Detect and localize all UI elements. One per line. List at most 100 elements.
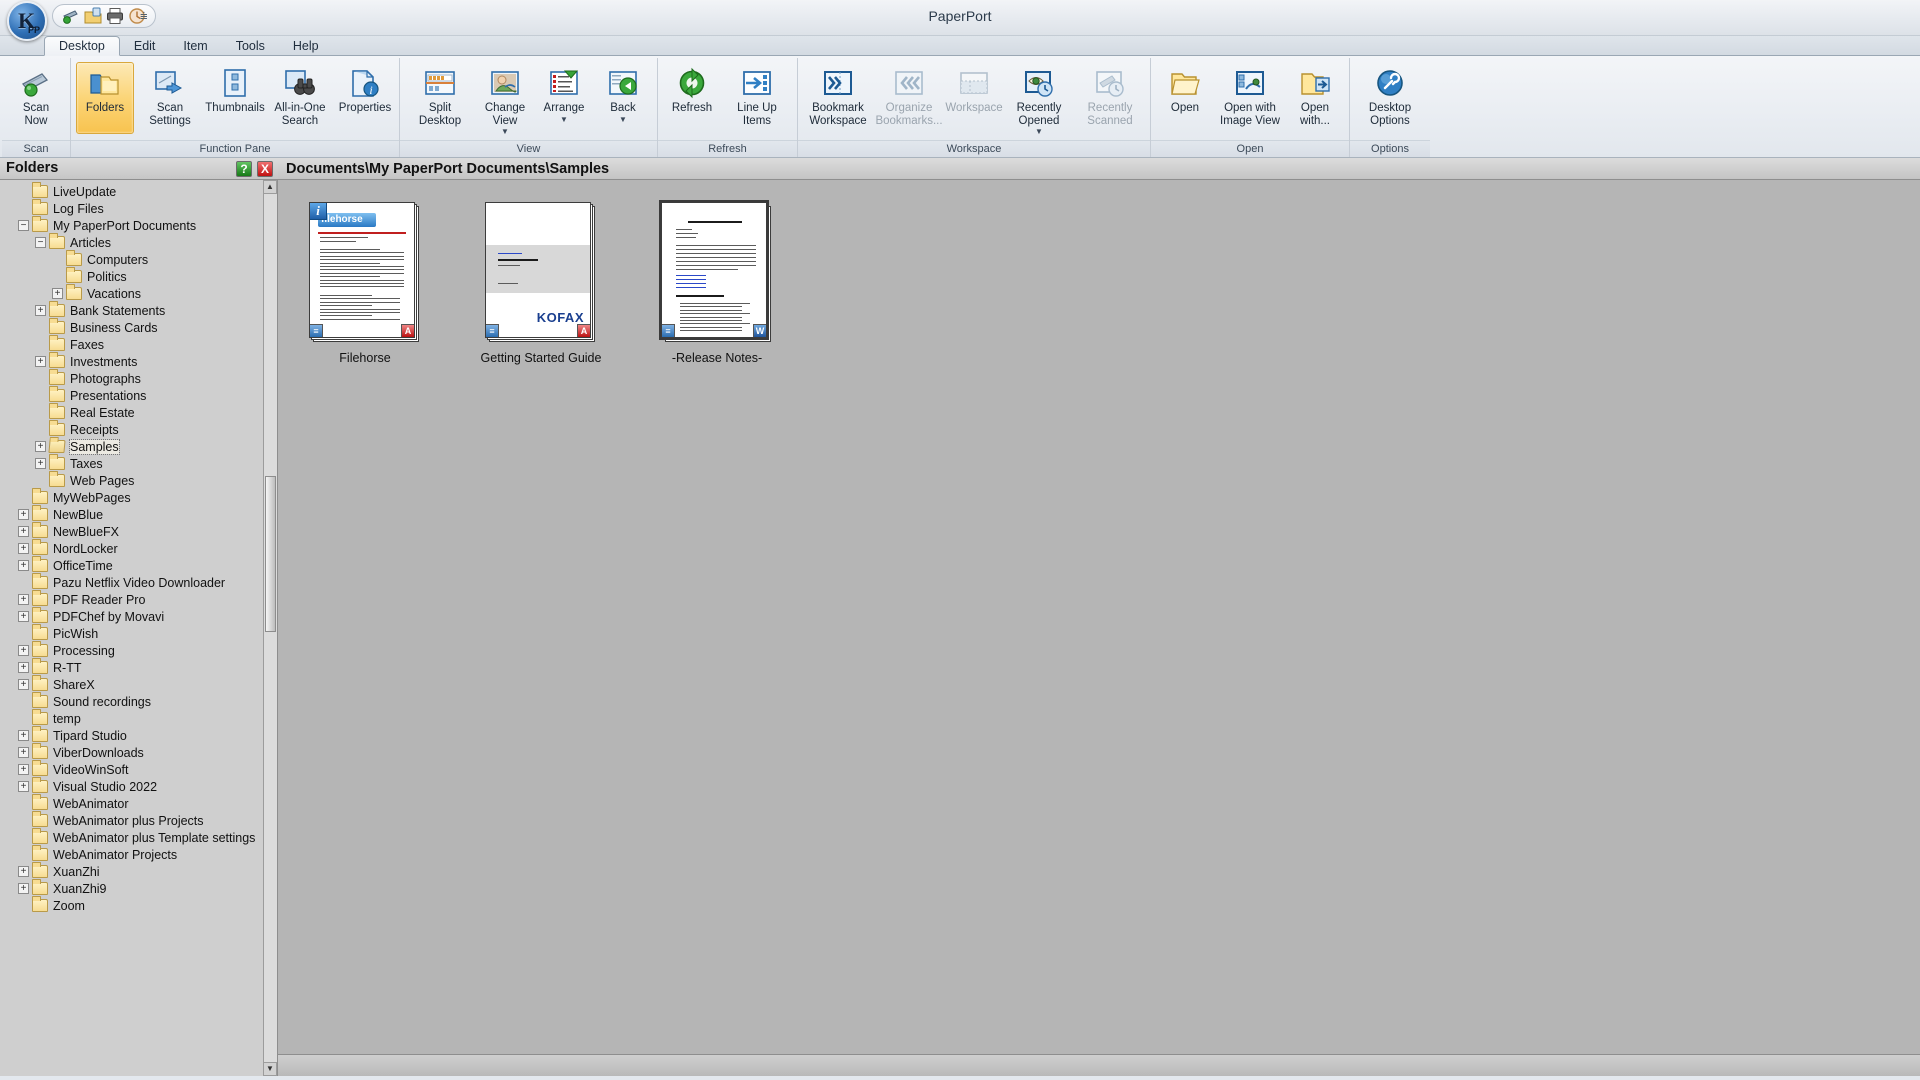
tab-help[interactable]: Help <box>279 37 333 57</box>
chevron-down-icon[interactable]: ▼ <box>619 115 627 124</box>
desktop-item[interactable]: filehorse i ≡ A Filehorse <box>290 202 440 366</box>
tree-item-temp[interactable]: temp <box>6 709 277 727</box>
tree-item-r-tt[interactable]: + R-TT <box>6 658 277 676</box>
tree-item-taxes[interactable]: + Taxes <box>6 454 277 472</box>
line-up-items-button[interactable]: Line Up Items <box>722 62 792 134</box>
tree-item-pdf-reader-pro[interactable]: + PDF Reader Pro <box>6 590 277 608</box>
expand-icon[interactable]: + <box>18 764 29 775</box>
document-thumbnail[interactable]: ≡ W <box>659 200 773 342</box>
tree-item-computers[interactable]: Computers <box>6 250 277 268</box>
open-button[interactable]: Open <box>1156 62 1214 134</box>
expand-icon[interactable]: + <box>18 747 29 758</box>
tab-tools[interactable]: Tools <box>222 37 279 57</box>
desktop-item[interactable]: ≡ W -Release Notes- <box>642 200 792 366</box>
tree-item-sound-recordings[interactable]: Sound recordings <box>6 692 277 710</box>
folders-help-button[interactable]: ? <box>236 161 252 177</box>
arrange-button[interactable]: Arrange ▼ <box>535 62 593 134</box>
tree-item-samples[interactable]: + Samples <box>6 438 277 455</box>
expand-icon[interactable]: + <box>18 509 29 520</box>
all-in-one-search-button[interactable]: All-in-One Search <box>265 62 335 134</box>
expand-icon[interactable]: + <box>18 611 29 622</box>
expand-icon[interactable]: + <box>18 526 29 537</box>
tree-item-sharex[interactable]: + ShareX <box>6 675 277 693</box>
desktop-options-button[interactable]: Desktop Options <box>1355 62 1425 134</box>
thumbnails-button[interactable]: Thumbnails <box>205 62 265 134</box>
tree-item-newblue[interactable]: + NewBlue <box>6 505 277 523</box>
tree-item-vacations[interactable]: + Vacations <box>6 284 277 302</box>
refresh-button[interactable]: Refresh <box>663 62 721 134</box>
tree-item-xuanzhi[interactable]: + XuanZhi <box>6 862 277 880</box>
tree-item-presentations[interactable]: Presentations <box>6 386 277 404</box>
scan-now-button[interactable]: Scan Now <box>7 62 65 134</box>
tab-item[interactable]: Item <box>169 37 221 57</box>
tree-item-webanimator[interactable]: WebAnimator <box>6 794 277 812</box>
expand-icon[interactable]: + <box>18 781 29 792</box>
tree-item-photographs[interactable]: Photographs <box>6 369 277 387</box>
tree-item-pazu-netflix-video-downloader[interactable]: Pazu Netflix Video Downloader <box>6 573 277 591</box>
tree-item-videowinsoft[interactable]: + VideoWinSoft <box>6 760 277 778</box>
tree-item-real-estate[interactable]: Real Estate <box>6 403 277 421</box>
tree-item-viberdownloads[interactable]: + ViberDownloads <box>6 743 277 761</box>
expand-icon[interactable]: + <box>52 288 63 299</box>
expand-icon[interactable]: + <box>18 679 29 690</box>
paperport-orb-icon[interactable]: K PP <box>7 1 47 41</box>
expand-icon[interactable]: + <box>35 356 46 367</box>
expand-icon[interactable]: + <box>35 458 46 469</box>
tree-item-faxes[interactable]: Faxes <box>6 335 277 353</box>
collapse-icon[interactable]: − <box>35 237 46 248</box>
folders-button[interactable]: Folders <box>76 62 134 134</box>
desktop-item[interactable]: KOFAX ≡ A Getting Started Guide <box>466 202 616 366</box>
page-preview[interactable]: KOFAX ≡ A <box>485 202 591 338</box>
expand-icon[interactable]: + <box>18 883 29 894</box>
tree-item-bank-statements[interactable]: + Bank Statements <box>6 301 277 319</box>
tree-item-my-paperport-documents[interactable]: − My PaperPort Documents <box>6 216 277 234</box>
tree-item-visual-studio-2022[interactable]: + Visual Studio 2022 <box>6 777 277 795</box>
tree-item-officetime[interactable]: + OfficeTime <box>6 556 277 574</box>
expand-icon[interactable]: + <box>18 594 29 605</box>
tree-item-webanimator-projects[interactable]: WebAnimator Projects <box>6 845 277 863</box>
desktop-items-area[interactable]: filehorse i ≡ A Filehorse KOFAX ≡ A Getting Star… <box>278 180 1920 1076</box>
tree-item-investments[interactable]: + Investments <box>6 352 277 370</box>
document-thumbnail[interactable]: KOFAX ≡ A <box>485 202 597 342</box>
tree-item-zoom[interactable]: Zoom <box>6 896 277 914</box>
scroll-down-button[interactable]: ▼ <box>263 1062 277 1076</box>
expand-icon[interactable]: + <box>18 730 29 741</box>
tree-item-picwish[interactable]: PicWish <box>6 624 277 642</box>
tree-item-mywebpages[interactable]: MyWebPages <box>6 488 277 506</box>
tree-item-articles[interactable]: − Articles <box>6 233 277 251</box>
expand-icon[interactable]: + <box>35 305 46 316</box>
tree-item-processing[interactable]: + Processing <box>6 641 277 659</box>
tree-item-xuanzhi9[interactable]: + XuanZhi9 <box>6 879 277 897</box>
expand-icon[interactable]: + <box>18 662 29 673</box>
page-preview[interactable]: ≡ W <box>659 200 769 340</box>
folders-close-button[interactable]: X <box>257 161 273 177</box>
recently-opened-button[interactable]: Recently Opened ▼ <box>1004 62 1074 139</box>
tree-item-politics[interactable]: Politics <box>6 267 277 285</box>
properties-button[interactable]: i Properties <box>336 62 394 134</box>
tree-item-web-pages[interactable]: Web Pages <box>6 471 277 489</box>
change-view-button[interactable]: Change View ▼ <box>476 62 534 139</box>
tab-desktop[interactable]: Desktop <box>44 36 120 56</box>
tree-item-pdfchef-by-movavi[interactable]: + PDFChef by Movavi <box>6 607 277 625</box>
tree-item-webanimator-plus-projects[interactable]: WebAnimator plus Projects <box>6 811 277 829</box>
expand-icon[interactable]: + <box>18 543 29 554</box>
expand-icon[interactable]: + <box>18 645 29 656</box>
folder-tree-scrollbar[interactable]: ▲ ▼ <box>263 180 277 1076</box>
open-with-image-view-button[interactable]: Open with Image View <box>1215 62 1285 134</box>
chevron-down-icon[interactable]: ▼ <box>560 115 568 124</box>
chevron-down-icon[interactable]: ▼ <box>1035 127 1043 136</box>
tree-item-liveupdate[interactable]: LiveUpdate <box>6 182 277 200</box>
tree-item-nordlocker[interactable]: + NordLocker <box>6 539 277 557</box>
tree-item-receipts[interactable]: Receipts <box>6 420 277 438</box>
split-desktop-button[interactable]: Split Desktop <box>405 62 475 134</box>
tree-item-webanimator-plus-template-settings[interactable]: WebAnimator plus Template settings <box>6 828 277 846</box>
chevron-down-icon[interactable]: ▼ <box>501 127 509 136</box>
tree-item-newbluefx[interactable]: + NewBlueFX <box>6 522 277 540</box>
tree-item-log-files[interactable]: Log Files <box>6 199 277 217</box>
scrollbar-thumb[interactable] <box>265 476 276 632</box>
page-preview[interactable]: filehorse i ≡ A <box>309 202 415 338</box>
back-button[interactable]: Back ▼ <box>594 62 652 134</box>
expand-icon[interactable]: + <box>35 441 46 452</box>
collapse-icon[interactable]: − <box>18 220 29 231</box>
bookmark-workspace-button[interactable]: Bookmark Workspace <box>803 62 873 134</box>
